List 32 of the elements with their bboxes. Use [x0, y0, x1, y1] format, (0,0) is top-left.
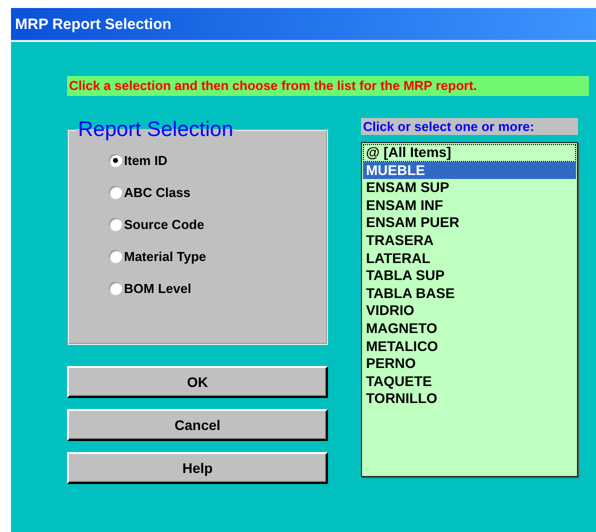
- list-item[interactable]: MAGNETO: [363, 320, 576, 338]
- list-item[interactable]: TAQUETE: [363, 372, 576, 390]
- radio-option[interactable]: Item ID: [109, 144, 168, 176]
- list-item[interactable]: ENSAM SUP: [363, 179, 576, 197]
- list-item[interactable]: MUEBLE: [363, 162, 576, 180]
- radio-option[interactable]: Source Code: [109, 208, 204, 240]
- list-item[interactable]: TORNILLO: [363, 390, 576, 408]
- radio-option[interactable]: Material Type: [109, 240, 206, 272]
- radio-option[interactable]: ABC Class: [109, 176, 190, 208]
- item-listbox[interactable]: @ [All Items] MUEBLE ENSAM SUP ENSAM INF ENSAM PUER TRASERA LATERAL TABLA SUP TABLA BASE VIDRIO MAGNETO METALICO PERNO TAQUETE TORNILLO: [361, 142, 578, 477]
- list-item[interactable]: LATERAL: [363, 250, 576, 268]
- list-item[interactable]: TABLA SUP: [363, 267, 576, 285]
- radio-button[interactable]: [109, 250, 122, 262]
- radio-button[interactable]: [109, 154, 122, 166]
- list-item[interactable]: @ [All Items]: [363, 144, 576, 162]
- list-item[interactable]: TABLA BASE: [363, 284, 576, 302]
- list-item[interactable]: ENSAM PUER: [363, 214, 576, 232]
- list-item[interactable]: TRASERA: [363, 232, 576, 250]
- list-item[interactable]: PERNO: [363, 355, 576, 373]
- list-item[interactable]: ENSAM INF: [363, 196, 576, 214]
- radio-button[interactable]: [109, 218, 122, 230]
- window-title: MRP Report Selection: [15, 16, 172, 32]
- list-label: Click or select one or more:: [361, 118, 578, 135]
- list-item[interactable]: METALICO: [363, 338, 576, 356]
- radio-option[interactable]: BOM Level: [109, 272, 192, 304]
- instruction-text: Click a selection and then choose from the list for the MRP report.: [67, 76, 589, 96]
- cancel-button[interactable]: Cancel: [67, 409, 328, 441]
- radio-button[interactable]: [109, 282, 122, 294]
- ok-button[interactable]: OK: [67, 366, 328, 398]
- radio-button[interactable]: [109, 186, 122, 198]
- help-button[interactable]: Help: [67, 452, 328, 484]
- list-item[interactable]: VIDRIO: [363, 302, 576, 320]
